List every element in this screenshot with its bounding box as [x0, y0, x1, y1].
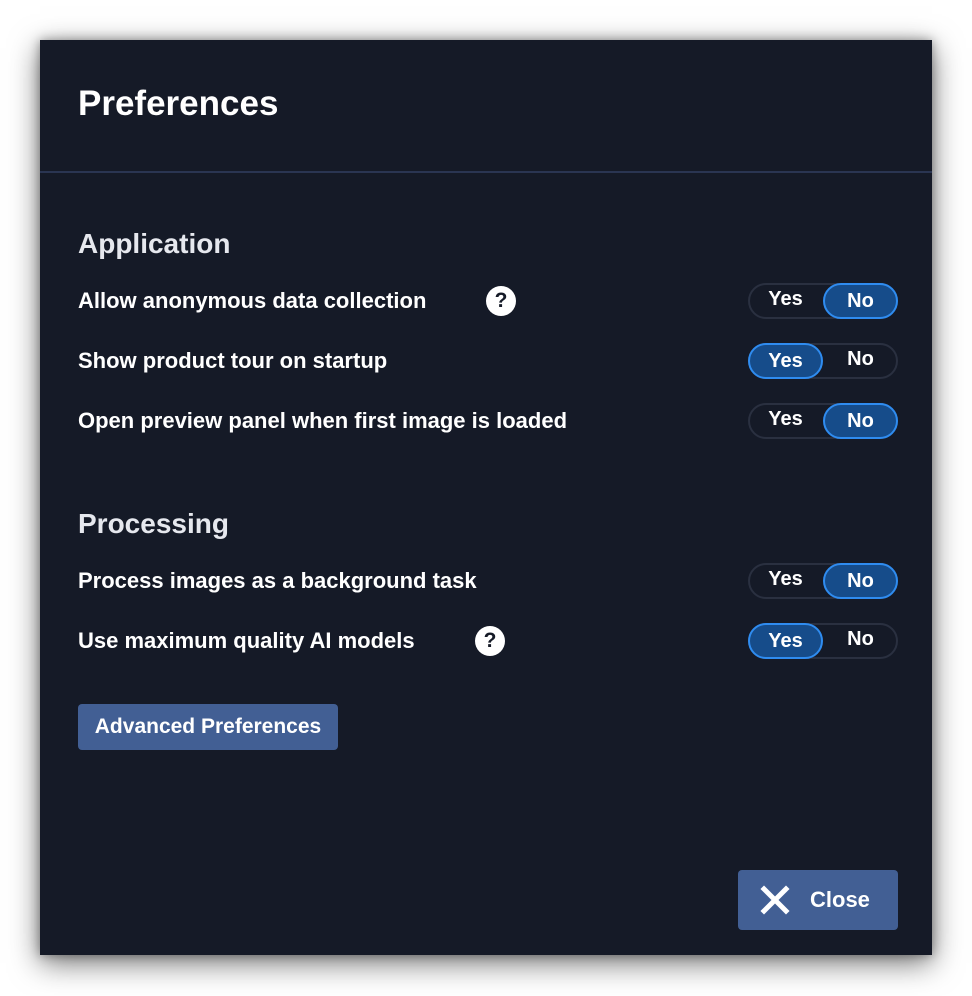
dialog-title: Preferences [78, 84, 279, 123]
toggle-option-yes[interactable]: Yes [748, 343, 823, 379]
close-button[interactable]: Close [738, 870, 898, 930]
question-circle-icon[interactable]: ? [475, 626, 505, 656]
setting-row-preview-panel: Open preview panel when first image is l… [78, 403, 898, 439]
yes-no-toggle-max-quality: Yes No [748, 623, 898, 659]
page-backdrop: Preferences Application Allow anonymous … [0, 0, 972, 996]
setting-row-product-tour: Show product tour on startup Yes No [78, 343, 898, 379]
close-button-label: Close [810, 887, 870, 912]
toggle-option-no[interactable]: No [823, 563, 898, 599]
toggle-option-yes[interactable]: Yes [748, 283, 823, 319]
setting-label: Use maximum quality AI models [78, 628, 415, 653]
section-title-processing: Processing [78, 508, 229, 539]
setting-label: Open preview panel when first image is l… [78, 408, 568, 433]
yes-no-toggle-background-task: Yes No [748, 563, 898, 599]
setting-row-max-quality: Use maximum quality AI models ? Yes No [78, 623, 898, 659]
toggle-option-no[interactable]: No [823, 343, 898, 379]
yes-no-toggle-anonymous-data: Yes No [748, 283, 898, 319]
x-close-icon [760, 885, 790, 915]
toggle-option-yes[interactable]: Yes [748, 563, 823, 599]
setting-label: Allow anonymous data collection [78, 288, 427, 313]
toggle-option-no[interactable]: No [823, 623, 898, 659]
toggle-option-no[interactable]: No [823, 403, 898, 439]
question-circle-icon[interactable]: ? [486, 286, 516, 316]
setting-row-background-task: Process images as a background task Yes … [78, 563, 898, 599]
setting-row-anonymous-data: Allow anonymous data collection ? Yes No [78, 283, 898, 319]
toggle-option-no[interactable]: No [823, 283, 898, 319]
yes-no-toggle-product-tour: Yes No [748, 343, 898, 379]
advanced-preferences-button[interactable]: Advanced Preferences [78, 704, 338, 750]
dialog-header: Preferences [40, 40, 932, 173]
yes-no-toggle-preview-panel: Yes No [748, 403, 898, 439]
setting-label: Process images as a background task [78, 568, 477, 593]
toggle-option-yes[interactable]: Yes [748, 623, 823, 659]
section-title-application: Application [78, 228, 231, 259]
setting-label: Show product tour on startup [78, 348, 388, 373]
preferences-dialog: Preferences Application Allow anonymous … [40, 40, 932, 955]
toggle-option-yes[interactable]: Yes [748, 403, 823, 439]
